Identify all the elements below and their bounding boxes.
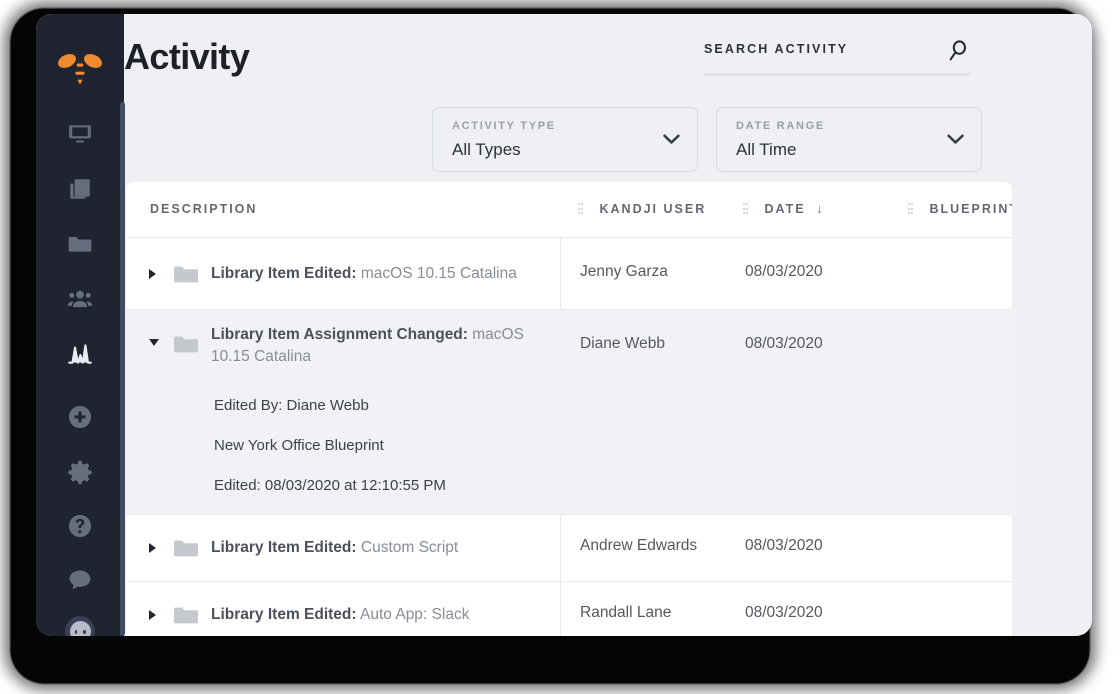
row-user: Andrew Edwards [580, 537, 698, 554]
chat-bubble-icon [69, 570, 91, 590]
date-range-value: All Time [736, 140, 797, 159]
row-action: Library Item Assignment Changed: [211, 326, 468, 343]
row-detail-line: Edited: 08/03/2020 at 12:10:55 PM [214, 477, 446, 494]
column-header-description[interactable]: DESCRIPTION [150, 202, 257, 216]
row-detail-line: New York Office Blueprint [214, 437, 384, 454]
sidebar-scroll-indicator[interactable] [120, 102, 125, 636]
row-subject: Custom Script [360, 539, 459, 556]
column-header-blueprint-label: BLUEPRINT [929, 202, 1012, 216]
app-window: Activity SEARCH ACTIVITY ACTIVITY TYPE A… [36, 14, 1092, 636]
sidebar-item-devices[interactable] [36, 114, 124, 154]
column-header-kandji-user[interactable]: KANDJI USER [578, 202, 706, 216]
row-action: Library Item Edited: [211, 606, 357, 623]
activity-table: DESCRIPTION KANDJI USER DATE ↓ BLUEPRINT [126, 182, 1012, 636]
folder-icon [174, 266, 198, 283]
row-date: 08/03/2020 [745, 537, 823, 554]
sidebar [36, 14, 125, 636]
avatar[interactable] [65, 616, 95, 636]
row-user: Randall Lane [580, 604, 672, 621]
table-row[interactable]: Library Item Assignment Changed: macOS 1… [126, 310, 1012, 515]
search-underline [704, 73, 970, 76]
table-row[interactable]: Library Item Edited: macOS 10.15 Catalin… [126, 238, 1012, 310]
activity-type-value: All Types [452, 140, 521, 159]
search-activity[interactable]: SEARCH ACTIVITY [704, 40, 970, 76]
row-subject: macOS 10.15 Catalina [360, 265, 517, 282]
collapse-triangle-icon[interactable] [149, 339, 159, 346]
plus-circle-icon [68, 405, 92, 429]
row-description: Library Item Assignment Changed: macOS 1… [211, 324, 541, 368]
drag-handle-icon[interactable] [908, 203, 915, 214]
sidebar-item-add[interactable] [36, 397, 124, 437]
sidebar-item-help[interactable] [36, 506, 124, 546]
row-action: Library Item Edited: [211, 539, 357, 556]
sidebar-item-users[interactable] [36, 279, 124, 319]
row-description: Library Item Edited: Auto App: Slack [211, 604, 541, 626]
row-user: Jenny Garza [580, 263, 668, 280]
row-description: Library Item Edited: Custom Script [211, 537, 541, 559]
folder-icon [174, 336, 198, 353]
row-detail-line: Edited By: Diane Webb [214, 397, 369, 414]
activity-type-label: ACTIVITY TYPE [452, 120, 556, 132]
expand-triangle-icon[interactable] [149, 610, 156, 620]
chevron-down-icon[interactable] [663, 134, 680, 145]
folder-icon [174, 540, 198, 557]
row-action: Library Item Edited: [211, 265, 357, 282]
sidebar-item-blueprints[interactable] [36, 224, 124, 264]
row-date: 08/03/2020 [745, 335, 823, 352]
column-header-description-label: DESCRIPTION [150, 202, 258, 216]
folder-icon [174, 607, 198, 624]
sidebar-item-activity[interactable] [36, 334, 124, 374]
sidebar-item-chat[interactable] [36, 560, 124, 600]
row-user: Diane Webb [580, 335, 666, 352]
library-icon [70, 179, 90, 199]
expand-triangle-icon[interactable] [149, 269, 156, 279]
date-range-label: DATE RANGE [736, 120, 825, 132]
table-header-row: DESCRIPTION KANDJI USER DATE ↓ BLUEPRINT [126, 182, 1012, 238]
search-label: SEARCH ACTIVITY [704, 42, 849, 56]
row-subject: Auto App: Slack [360, 606, 470, 623]
chevron-down-icon[interactable] [947, 134, 964, 145]
table-row[interactable]: Library Item Edited: Auto App: Slack Ran… [126, 582, 1012, 636]
column-header-date-label: DATE [764, 202, 806, 216]
column-header-kandji-user-label: KANDJI USER [599, 202, 707, 216]
sort-descending-icon[interactable]: ↓ [816, 202, 824, 216]
table-row[interactable]: Library Item Edited: Custom Script Andre… [126, 515, 1012, 582]
folder-icon [68, 236, 92, 252]
page-title: Activity [124, 36, 250, 77]
drag-handle-icon[interactable] [743, 203, 750, 214]
bee-logo-icon [58, 50, 102, 85]
gear-icon [68, 460, 92, 485]
row-date: 08/03/2020 [745, 263, 823, 280]
row-description: Library Item Edited: macOS 10.15 Catalin… [211, 263, 541, 285]
users-icon [67, 290, 93, 308]
date-range-select[interactable]: DATE RANGE All Time [716, 107, 982, 172]
sidebar-item-library[interactable] [36, 169, 124, 209]
monitor-icon [69, 125, 91, 143]
activity-type-select[interactable]: ACTIVITY TYPE All Types [432, 107, 698, 172]
expand-triangle-icon[interactable] [149, 543, 156, 553]
search-icon[interactable] [946, 38, 970, 64]
bee-logo[interactable] [36, 48, 124, 92]
question-circle-icon [68, 514, 92, 538]
drag-handle-icon[interactable] [578, 203, 585, 214]
row-date: 08/03/2020 [745, 604, 823, 621]
column-header-blueprint[interactable]: BLUEPRINT [908, 202, 1012, 216]
activity-icon [68, 344, 92, 364]
avatar-face [69, 621, 91, 636]
sidebar-item-settings[interactable] [36, 452, 124, 492]
column-header-date[interactable]: DATE ↓ [743, 202, 824, 216]
